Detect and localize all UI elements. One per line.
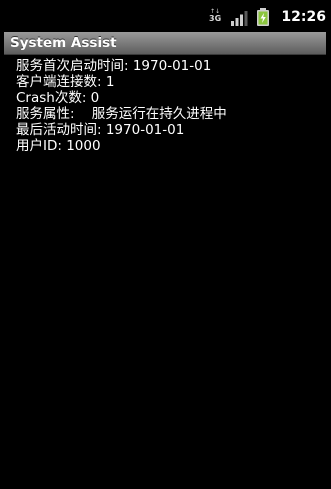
title-bar: System Assist — [4, 32, 326, 55]
user-id-text: 用户ID: 1000 — [16, 138, 101, 154]
app-title: System Assist — [10, 35, 117, 51]
network-type-label: 3G — [209, 14, 222, 23]
service-info-panel: 服务首次启动时间: 1970-01-01 客户端连接数: 1 Crash次数: … — [16, 58, 326, 154]
status-clock: 12:26 — [281, 9, 326, 25]
first-start-time-text: 服务首次启动时间: 1970-01-01 — [16, 58, 212, 74]
last-active-time-text: 最后活动时间: 1970-01-01 — [16, 122, 185, 138]
network-3g-icon: ↑↓ 3G — [209, 9, 221, 25]
client-connections-text: 客户端连接数: 1 — [16, 74, 115, 90]
service-attribute-text: 服务属性: 服务运行在持久进程中 — [16, 106, 227, 122]
crash-count-text: Crash次数: 0 — [16, 90, 100, 106]
battery-charging-icon — [257, 8, 269, 26]
signal-bars-icon — [231, 11, 248, 26]
status-bar: ↑↓ 3G 12:26 — [0, 0, 331, 32]
